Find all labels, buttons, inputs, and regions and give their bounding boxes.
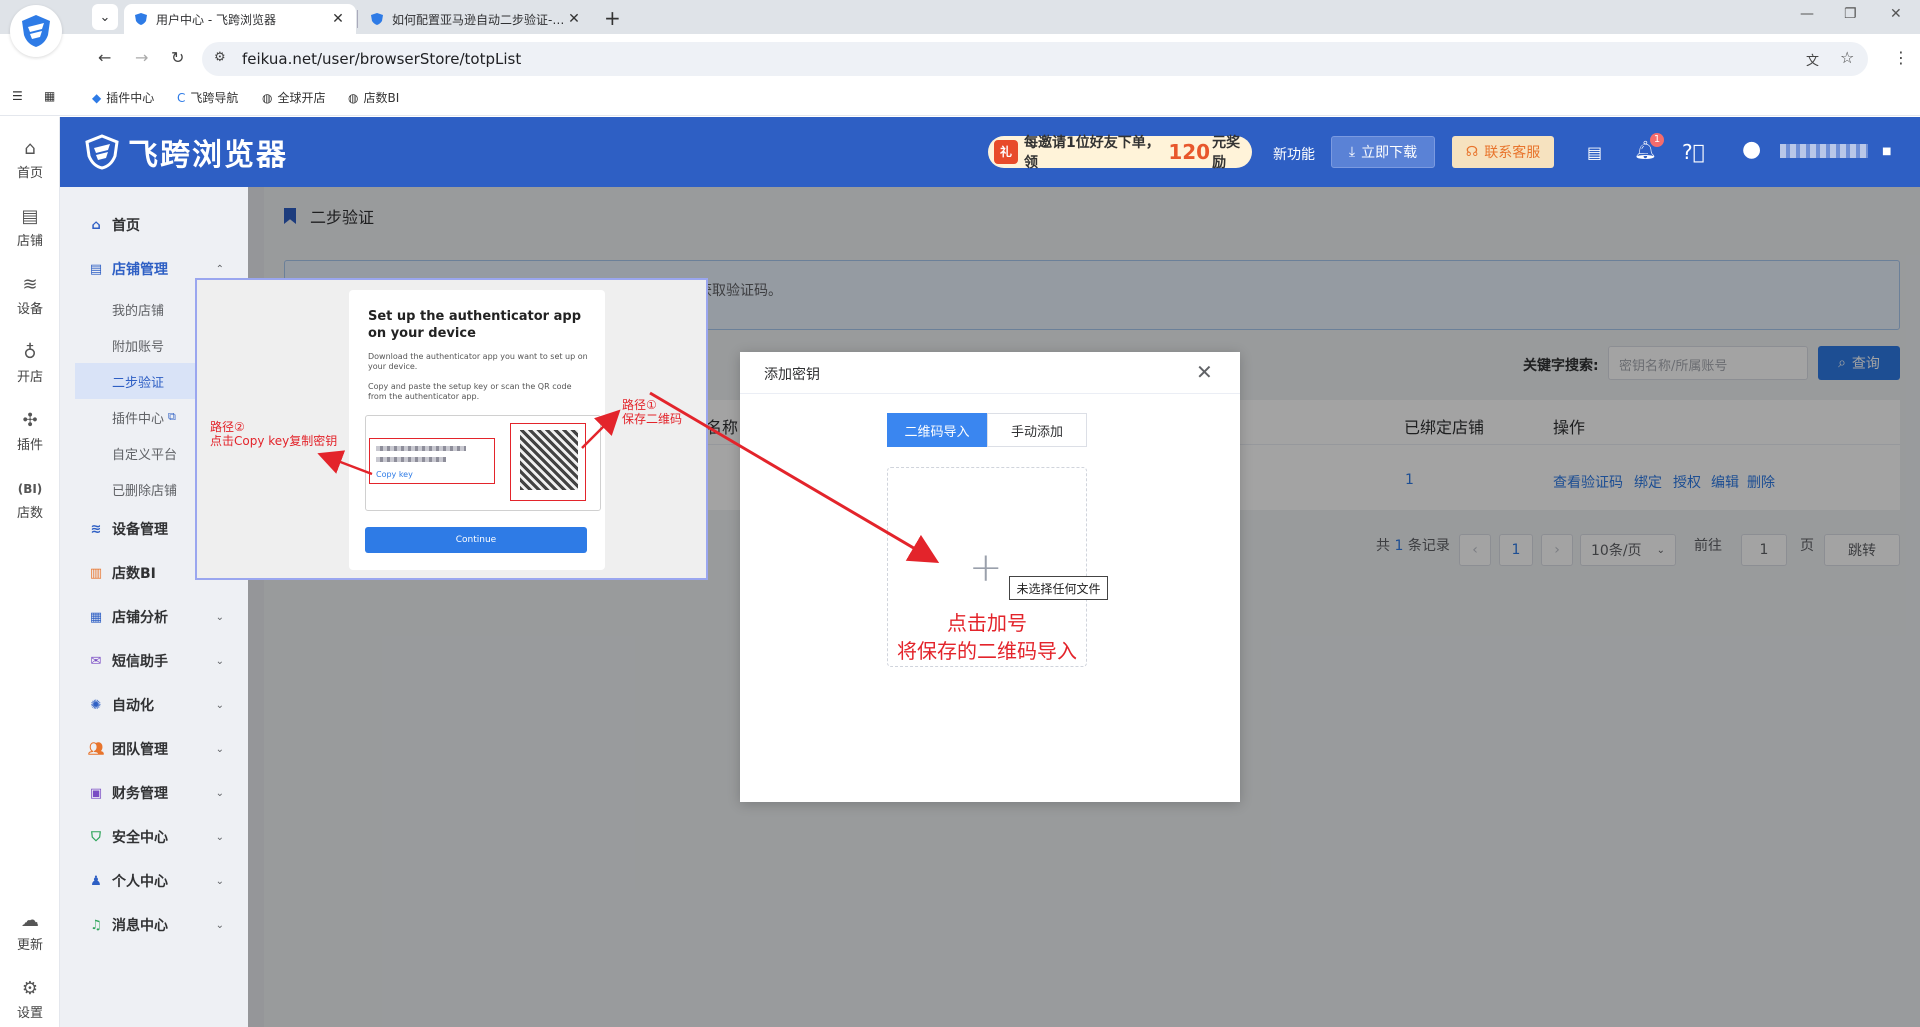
annotation-arrows [317, 391, 940, 564]
arrow-to-plus [649, 391, 940, 564]
app-logo[interactable] [10, 5, 62, 57]
arrow-to-copy-key [317, 450, 373, 476]
arrow-to-qr [581, 409, 621, 449]
